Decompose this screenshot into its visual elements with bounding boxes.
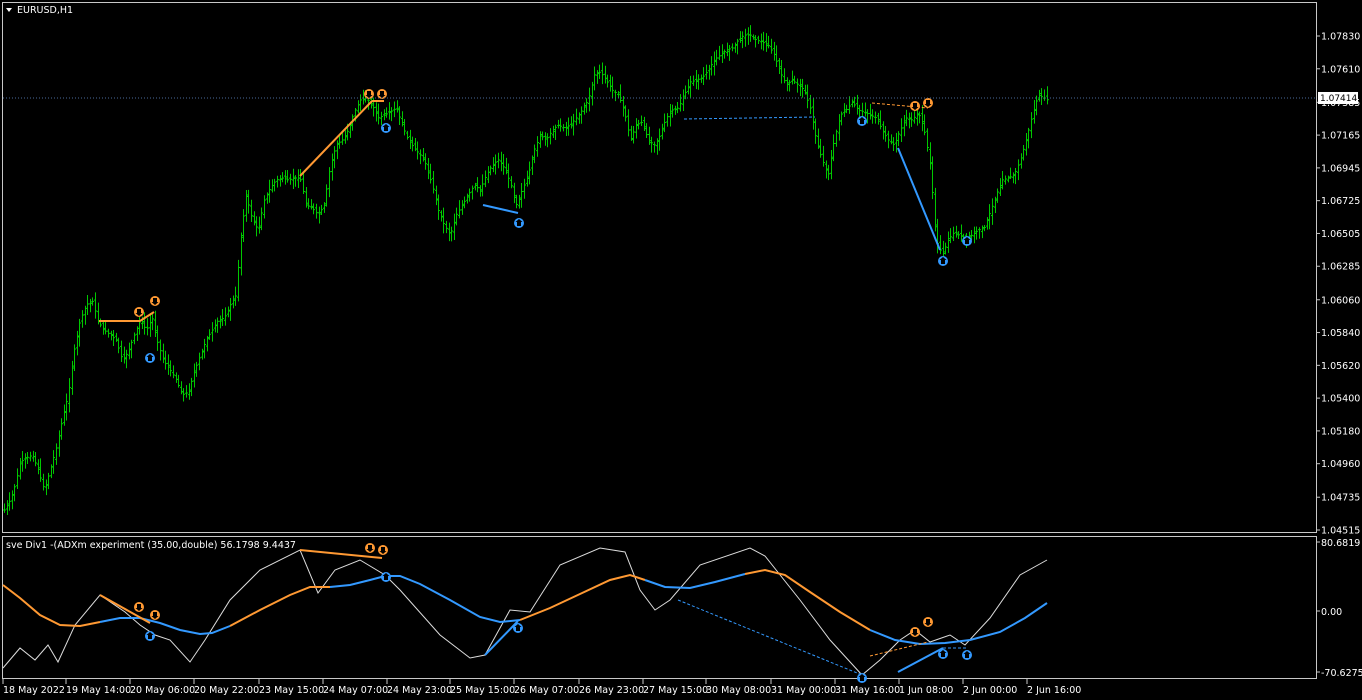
price-tick-label: 1.06725 bbox=[1321, 196, 1360, 207]
current-price-tag: 1.07414 bbox=[1318, 91, 1358, 104]
buy-arrow-icon bbox=[938, 649, 948, 659]
buy-arrow-icon bbox=[381, 123, 391, 133]
indicator-title: sve Div1 -(ADXm experiment (35.00,double… bbox=[6, 540, 296, 551]
time-tick-label: 30 May 08:00 bbox=[706, 685, 771, 696]
time-tick-label: 18 May 2022 bbox=[3, 685, 65, 696]
sell-arrow-icon bbox=[923, 98, 933, 108]
sell-arrow-icon bbox=[365, 543, 375, 553]
time-tick-label: 2 Jun 00:00 bbox=[963, 685, 1017, 696]
time-tick-label: 24 May 23:00 bbox=[387, 685, 452, 696]
buy-arrow-icon bbox=[513, 623, 523, 633]
price-tick-label: 1.05180 bbox=[1321, 426, 1360, 437]
price-tick-label: 1.05620 bbox=[1321, 361, 1360, 372]
time-tick-label: 2 Jun 16:00 bbox=[1027, 685, 1081, 696]
buy-arrow-icon bbox=[145, 353, 155, 363]
sell-arrow-icon bbox=[378, 545, 388, 555]
indicator-zero-tick: 0.00 bbox=[1321, 607, 1342, 618]
symbol-timeframe-label: EURUSD,H1 bbox=[17, 5, 73, 16]
price-tick-label: 1.06505 bbox=[1321, 229, 1360, 240]
time-tick-label: 19 May 14:00 bbox=[66, 685, 131, 696]
time-tick-label: 23 May 15:00 bbox=[259, 685, 324, 696]
price-tick-label: 1.04515 bbox=[1321, 526, 1360, 537]
buy-arrow-icon bbox=[857, 673, 867, 683]
time-tick-label: 31 May 00:00 bbox=[771, 685, 836, 696]
sell-arrow-icon bbox=[910, 101, 920, 111]
time-tick-label: 20 May 06:00 bbox=[130, 685, 195, 696]
indicator-max-tick: 80.6819 bbox=[1321, 538, 1360, 549]
buy-arrow-icon bbox=[962, 650, 972, 660]
price-tick-label: 1.07165 bbox=[1321, 131, 1360, 142]
sell-arrow-icon bbox=[910, 627, 920, 637]
time-tick-label: 31 May 16:00 bbox=[835, 685, 900, 696]
buy-arrow-icon bbox=[962, 236, 972, 246]
time-tick-label: 25 May 15:00 bbox=[450, 685, 515, 696]
buy-arrow-icon bbox=[145, 631, 155, 641]
price-tick-label: 1.05400 bbox=[1321, 394, 1360, 405]
price-tick-label: 1.06945 bbox=[1321, 163, 1360, 174]
sell-arrow-icon bbox=[923, 617, 933, 627]
price-tick-label: 1.04735 bbox=[1321, 493, 1360, 504]
price-tick-label: 1.07610 bbox=[1321, 64, 1360, 75]
sell-arrow-icon bbox=[150, 296, 160, 306]
trading-chart-window[interactable]: 1.078301.076101.073851.071651.069451.067… bbox=[0, 0, 1362, 700]
sell-arrow-icon bbox=[134, 602, 144, 612]
price-tick-label: 1.06060 bbox=[1321, 295, 1360, 306]
current-price-value: 1.07414 bbox=[1320, 94, 1357, 104]
buy-arrow-icon bbox=[381, 572, 391, 582]
sell-arrow-icon bbox=[150, 610, 160, 620]
buy-arrow-icon bbox=[514, 218, 524, 228]
time-tick-label: 27 May 15:00 bbox=[643, 685, 708, 696]
time-tick-label: 26 May 07:00 bbox=[514, 685, 579, 696]
time-tick-label: 20 May 22:00 bbox=[194, 685, 259, 696]
price-tick-label: 1.07830 bbox=[1321, 32, 1360, 43]
sell-arrow-icon bbox=[134, 307, 144, 317]
indicator-min-tick: -70.6275 bbox=[1321, 668, 1362, 679]
buy-arrow-icon bbox=[938, 256, 948, 266]
price-tick-label: 1.05840 bbox=[1321, 328, 1360, 339]
time-tick-label: 24 May 07:00 bbox=[323, 685, 388, 696]
time-tick-label: 1 Jun 08:00 bbox=[899, 685, 953, 696]
symbol-header[interactable]: EURUSD,H1 bbox=[6, 5, 73, 16]
buy-arrow-icon bbox=[857, 116, 867, 126]
price-tick-label: 1.06285 bbox=[1321, 262, 1360, 273]
price-tick-label: 1.04960 bbox=[1321, 459, 1360, 470]
time-tick-label: 26 May 23:00 bbox=[579, 685, 644, 696]
